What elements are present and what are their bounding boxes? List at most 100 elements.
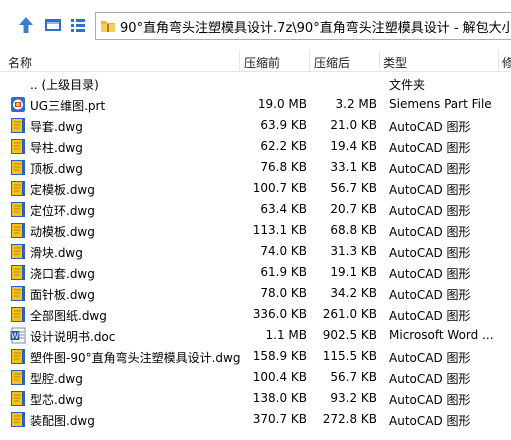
file-compressed-size: 78.0 KB	[260, 286, 307, 300]
file-original-size: 20.7 KB	[330, 202, 377, 216]
file-name: 动模板.dwg	[30, 225, 95, 239]
file-name: 全部图纸.dwg	[30, 309, 107, 323]
file-name: .. (上级目录)	[30, 78, 99, 92]
file-type: AutoCAD 图形	[389, 288, 471, 302]
file-type: AutoCAD 图形	[389, 204, 471, 218]
column-header: 名称 压缩前 压缩后 类型 修	[0, 50, 511, 72]
dwg-icon	[10, 306, 26, 323]
column-separator[interactable]	[239, 50, 240, 71]
file-name: 顶板.dwg	[30, 162, 83, 176]
file-row[interactable]: 型腔.dwg 100.4 KB 56.7 KB AutoCAD 图形	[0, 367, 511, 388]
file-original-size: 115.5 KB	[322, 349, 377, 363]
dwg-icon	[10, 285, 26, 302]
file-row[interactable]: UG三维图.prt 19.0 MB 3.2 MB Siemens Part File	[0, 94, 511, 115]
up-arrow-icon[interactable]	[17, 15, 35, 35]
file-type: AutoCAD 图形	[389, 372, 471, 386]
dwg-icon	[10, 201, 26, 218]
file-row[interactable]: 面针板.dwg 78.0 KB 34.2 KB AutoCAD 图形	[0, 283, 511, 304]
file-original-size: 34.2 KB	[330, 286, 377, 300]
column-separator[interactable]	[498, 50, 499, 71]
toolbar: 90°直角弯头注塑模具设计.7z\90°直角弯头注塑模具设计 - 解包大小为 2…	[0, 0, 511, 50]
file-compressed-size: 336.0 KB	[252, 307, 307, 321]
up-folder-icon	[10, 75, 26, 92]
file-original-size: 56.7 KB	[330, 181, 377, 195]
file-name: 定模板.dwg	[30, 183, 95, 197]
file-type: 文件夹	[389, 78, 426, 92]
file-compressed-size: 76.8 KB	[260, 160, 307, 174]
file-type: Microsoft Word ...	[389, 328, 494, 342]
file-name: 导套.dwg	[30, 120, 83, 134]
file-list: .. (上级目录) 文件夹 UG三维图.prt 19.0 MB 3.2 MB Siemen…	[0, 73, 511, 440]
file-row[interactable]: 装配图.dwg 370.7 KB 272.8 KB AutoCAD 图形	[0, 409, 511, 430]
file-row[interactable]: 型芯.dwg 138.0 KB 93.2 KB AutoCAD 图形	[0, 388, 511, 409]
file-original-size: 93.2 KB	[330, 391, 377, 405]
file-original-size: 33.1 KB	[330, 160, 377, 174]
file-compressed-size: 370.7 KB	[252, 412, 307, 426]
file-row[interactable]: 导套.dwg 63.9 KB 21.0 KB AutoCAD 图形	[0, 115, 511, 136]
file-row[interactable]: 顶板.dwg 76.8 KB 33.1 KB AutoCAD 图形	[0, 157, 511, 178]
dwg-icon	[10, 222, 26, 239]
column-separator[interactable]	[309, 50, 310, 71]
file-original-size: 261.0 KB	[322, 307, 377, 321]
file-row[interactable]: .. (上级目录) 文件夹	[0, 73, 511, 94]
dwg-icon	[10, 180, 26, 197]
file-row[interactable]: 定模板.dwg 100.7 KB 56.7 KB AutoCAD 图形	[0, 178, 511, 199]
file-name: 设计说明书.doc	[30, 330, 116, 344]
file-name: 型芯.dwg	[30, 393, 83, 407]
file-row[interactable]: 浇口套.dwg 61.9 KB 19.1 KB AutoCAD 图形	[0, 262, 511, 283]
file-compressed-size: 158.9 KB	[252, 349, 307, 363]
dwg-icon	[10, 138, 26, 155]
dwg-icon	[10, 411, 26, 428]
column-name[interactable]: 名称	[8, 54, 32, 71]
list-view-icon[interactable]	[69, 15, 87, 35]
file-name: 导柱.dwg	[30, 141, 83, 155]
file-compressed-size: 1.1 MB	[265, 328, 307, 342]
file-row[interactable]: 导柱.dwg 62.2 KB 19.4 KB AutoCAD 图形	[0, 136, 511, 157]
file-compressed-size: 74.0 KB	[260, 244, 307, 258]
column-separator[interactable]	[379, 50, 380, 71]
file-name: 滑块.dwg	[30, 246, 83, 260]
file-row[interactable]: 全部图纸.dwg 336.0 KB 261.0 KB AutoCAD 图形	[0, 304, 511, 325]
ug-part-icon	[10, 96, 26, 113]
file-original-size: 21.0 KB	[330, 118, 377, 132]
archive-folder-icon	[101, 21, 115, 32]
dwg-icon	[10, 369, 26, 386]
file-row[interactable]: 动模板.dwg 113.1 KB 68.8 KB AutoCAD 图形	[0, 220, 511, 241]
file-type: AutoCAD 图形	[389, 183, 471, 197]
file-type: AutoCAD 图形	[389, 120, 471, 134]
file-name: 定位环.dwg	[30, 204, 95, 218]
file-type: AutoCAD 图形	[389, 267, 471, 281]
address-path: 90°直角弯头注塑模具设计.7z\90°直角弯头注塑模具设计 - 解包大小为 2…	[120, 20, 511, 36]
svg-text:W: W	[11, 332, 19, 341]
file-row[interactable]: 塑件图-90°直角弯头注塑模具设计.dwg 158.9 KB 115.5 KB Aut…	[0, 346, 511, 367]
column-modified[interactable]: 修	[502, 54, 511, 71]
column-original[interactable]: 压缩后	[314, 54, 350, 71]
folder-view-icon[interactable]	[44, 15, 62, 35]
file-type: Siemens Part File	[389, 97, 492, 111]
file-compressed-size: 100.4 KB	[252, 370, 307, 384]
file-name: 浇口套.dwg	[30, 267, 95, 281]
dwg-icon	[10, 348, 26, 365]
file-row[interactable]: 定位环.dwg 63.4 KB 20.7 KB AutoCAD 图形	[0, 199, 511, 220]
dwg-icon	[10, 390, 26, 407]
column-type[interactable]: 类型	[383, 54, 407, 71]
file-compressed-size: 61.9 KB	[260, 265, 307, 279]
dwg-icon	[10, 117, 26, 134]
file-compressed-size: 62.2 KB	[260, 139, 307, 153]
file-original-size: 68.8 KB	[330, 223, 377, 237]
file-original-size: 19.4 KB	[330, 139, 377, 153]
file-original-size: 3.2 MB	[335, 97, 377, 111]
file-name: 塑件图-90°直角弯头注塑模具设计.dwg	[30, 351, 241, 365]
file-original-size: 31.3 KB	[330, 244, 377, 258]
file-original-size: 19.1 KB	[330, 265, 377, 279]
file-name: 型腔.dwg	[30, 372, 83, 386]
file-original-size: 56.7 KB	[330, 370, 377, 384]
column-compressed[interactable]: 压缩前	[244, 54, 280, 71]
word-doc-icon: W	[10, 327, 26, 344]
file-name: 装配图.dwg	[30, 414, 95, 428]
file-compressed-size: 100.7 KB	[252, 181, 307, 195]
address-bar[interactable]: 90°直角弯头注塑模具设计.7z\90°直角弯头注塑模具设计 - 解包大小为 2…	[95, 12, 511, 40]
file-row[interactable]: W 设计说明书.doc 1.1 MB 902.5 KB Microsoft Word .…	[0, 325, 511, 346]
file-compressed-size: 19.0 MB	[257, 97, 307, 111]
file-row[interactable]: 滑块.dwg 74.0 KB 31.3 KB AutoCAD 图形	[0, 241, 511, 262]
